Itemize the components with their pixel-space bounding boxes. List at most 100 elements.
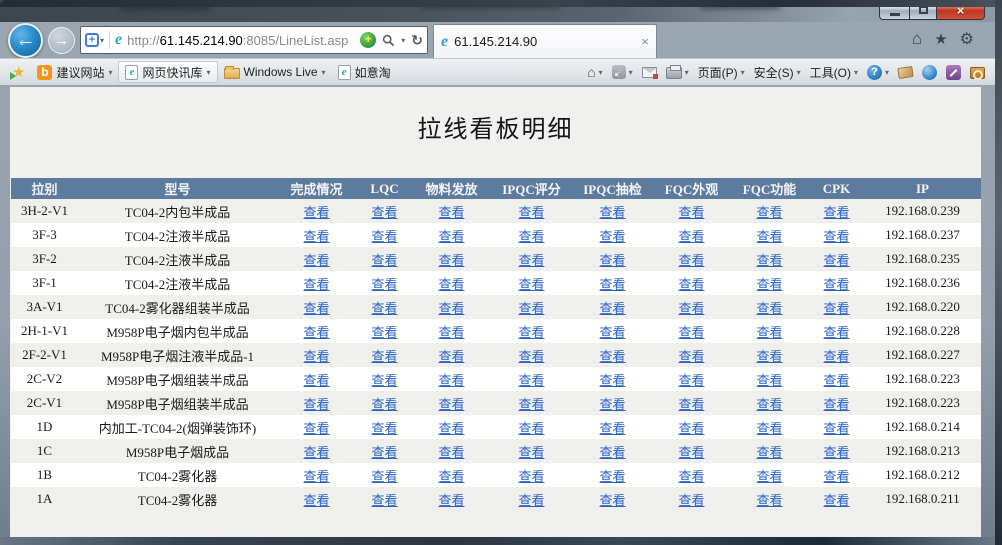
view-link[interactable]: 查看	[303, 301, 329, 316]
view-link[interactable]: 查看	[678, 253, 704, 268]
home-icon[interactable]: ⌂	[912, 29, 922, 49]
view-link[interactable]: 查看	[371, 493, 397, 508]
view-link[interactable]: 查看	[756, 373, 782, 388]
view-link[interactable]: 查看	[823, 277, 849, 292]
view-link[interactable]: 查看	[823, 421, 849, 436]
view-link[interactable]: 查看	[756, 445, 782, 460]
settings-gear-icon[interactable]: ⚙	[960, 29, 974, 49]
view-link[interactable]: 查看	[823, 349, 849, 364]
address-bar[interactable]: + ▾ e http://61.145.214.90:8085/LineList…	[80, 26, 428, 54]
view-link[interactable]: 查看	[303, 373, 329, 388]
refresh-icon[interactable]: ↻	[411, 32, 423, 49]
view-link[interactable]: 查看	[371, 469, 397, 484]
view-link[interactable]: 查看	[823, 469, 849, 484]
view-link[interactable]: 查看	[823, 205, 849, 220]
view-link[interactable]: 查看	[678, 205, 704, 220]
view-link[interactable]: 查看	[823, 445, 849, 460]
tab-close-icon[interactable]: ×	[641, 34, 649, 49]
view-link[interactable]: 查看	[518, 205, 544, 220]
research-addon-icon[interactable]	[970, 67, 985, 79]
view-link[interactable]: 查看	[303, 253, 329, 268]
view-link[interactable]: 查看	[599, 325, 625, 340]
view-link[interactable]: 查看	[599, 421, 625, 436]
view-link[interactable]: 查看	[303, 397, 329, 412]
view-link[interactable]: 查看	[371, 301, 397, 316]
view-link[interactable]: 查看	[303, 205, 329, 220]
view-link[interactable]: 查看	[438, 445, 464, 460]
view-link[interactable]: 查看	[599, 397, 625, 412]
browser-tab[interactable]: e 61.145.214.90 ×	[433, 24, 657, 58]
favorite-suggested-sites[interactable]: b 建议网站 ▾	[31, 61, 118, 83]
view-link[interactable]: 查看	[438, 229, 464, 244]
favorite-ruyitao[interactable]: e 如意淘	[332, 61, 397, 83]
view-link[interactable]: 查看	[518, 301, 544, 316]
view-link[interactable]: 查看	[518, 445, 544, 460]
view-link[interactable]: 查看	[438, 493, 464, 508]
view-link[interactable]: 查看	[438, 349, 464, 364]
view-link[interactable]: 查看	[438, 373, 464, 388]
view-link[interactable]: 查看	[518, 253, 544, 268]
view-link[interactable]: 查看	[438, 421, 464, 436]
view-link[interactable]: 查看	[756, 493, 782, 508]
view-link[interactable]: 查看	[518, 277, 544, 292]
view-link[interactable]: 查看	[371, 349, 397, 364]
addon-icon[interactable]: +	[360, 32, 376, 48]
forward-button[interactable]: →	[48, 27, 75, 54]
print-button[interactable]: ▾	[666, 65, 689, 79]
view-link[interactable]: 查看	[756, 205, 782, 220]
view-link[interactable]: 查看	[823, 325, 849, 340]
view-link[interactable]: 查看	[599, 253, 625, 268]
view-link[interactable]: 查看	[518, 229, 544, 244]
view-link[interactable]: 查看	[823, 373, 849, 388]
url-input[interactable]: http://61.145.214.90:8085/LineList.asp	[127, 33, 360, 48]
view-link[interactable]: 查看	[823, 493, 849, 508]
view-link[interactable]: 查看	[599, 493, 625, 508]
safety-menu-button[interactable]: 安全(S) ▾	[754, 64, 801, 81]
view-link[interactable]: 查看	[599, 229, 625, 244]
view-link[interactable]: 查看	[756, 301, 782, 316]
favorites-star-icon[interactable]: ★	[934, 30, 947, 48]
wallet-addon-icon[interactable]	[897, 66, 913, 79]
view-link[interactable]: 查看	[599, 445, 625, 460]
view-link[interactable]: 查看	[371, 325, 397, 340]
view-link[interactable]: 查看	[303, 469, 329, 484]
view-link[interactable]: 查看	[823, 301, 849, 316]
view-link[interactable]: 查看	[438, 469, 464, 484]
view-link[interactable]: 查看	[678, 421, 704, 436]
page-menu-button[interactable]: 页面(P) ▾	[698, 64, 745, 81]
view-link[interactable]: 查看	[371, 421, 397, 436]
view-link[interactable]: 查看	[678, 277, 704, 292]
view-link[interactable]: 查看	[518, 421, 544, 436]
help-menu-button[interactable]: ? ▾	[867, 65, 889, 80]
view-link[interactable]: 查看	[756, 421, 782, 436]
view-link[interactable]: 查看	[438, 253, 464, 268]
view-link[interactable]: 查看	[756, 349, 782, 364]
read-mail-button[interactable]	[642, 67, 657, 78]
view-link[interactable]: 查看	[371, 445, 397, 460]
view-link[interactable]: 查看	[756, 325, 782, 340]
view-link[interactable]: 查看	[303, 229, 329, 244]
messenger-addon-icon[interactable]	[946, 65, 961, 80]
view-link[interactable]: 查看	[371, 253, 397, 268]
view-link[interactable]: 查看	[678, 301, 704, 316]
view-link[interactable]: 查看	[756, 253, 782, 268]
view-link[interactable]: 查看	[599, 205, 625, 220]
view-link[interactable]: 查看	[678, 493, 704, 508]
view-link[interactable]: 查看	[599, 301, 625, 316]
view-link[interactable]: 查看	[756, 397, 782, 412]
view-link[interactable]: 查看	[438, 205, 464, 220]
view-link[interactable]: 查看	[678, 397, 704, 412]
view-link[interactable]: 查看	[518, 325, 544, 340]
view-link[interactable]: 查看	[518, 469, 544, 484]
view-link[interactable]: 查看	[823, 397, 849, 412]
view-link[interactable]: 查看	[518, 349, 544, 364]
view-link[interactable]: 查看	[371, 205, 397, 220]
view-link[interactable]: 查看	[371, 277, 397, 292]
view-link[interactable]: 查看	[678, 229, 704, 244]
home-menu-button[interactable]: ⌂ ▾	[587, 64, 602, 80]
view-link[interactable]: 查看	[678, 325, 704, 340]
view-link[interactable]: 查看	[678, 445, 704, 460]
view-link[interactable]: 查看	[599, 469, 625, 484]
view-link[interactable]: 查看	[303, 493, 329, 508]
view-link[interactable]: 查看	[518, 493, 544, 508]
